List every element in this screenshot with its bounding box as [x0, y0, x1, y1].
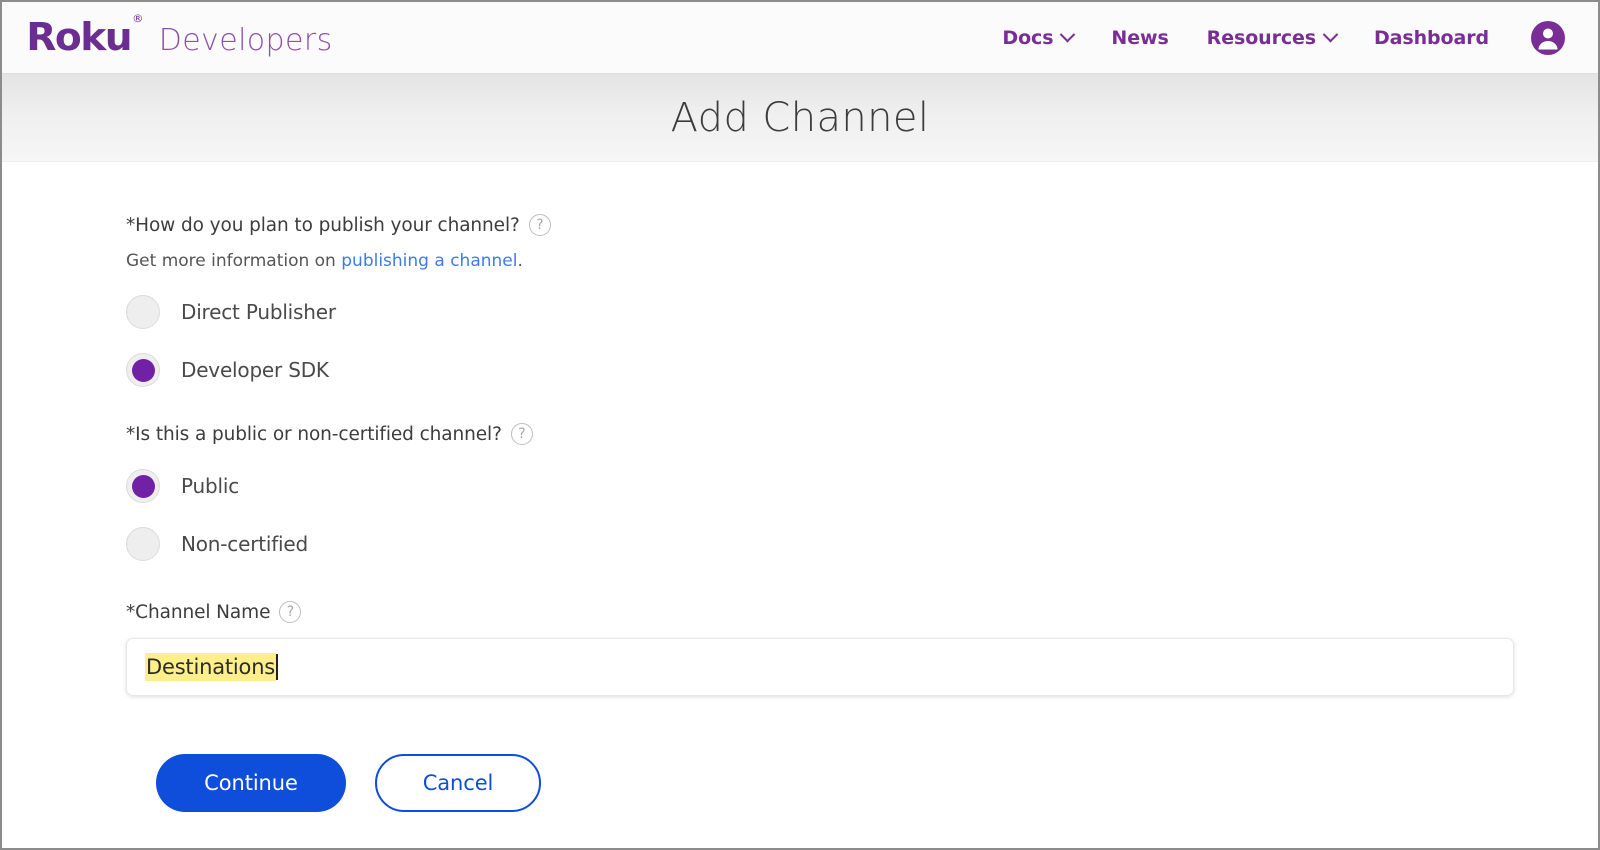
page-title-band: Add Channel — [2, 74, 1598, 162]
note-prefix: Get more information on — [126, 251, 341, 271]
main-nav: Docs News Resources Dashboard — [983, 20, 1566, 56]
publishing-a-channel-link[interactable]: publishing a channel — [341, 251, 517, 271]
radio-non-certified[interactable]: Non-certified — [126, 527, 308, 561]
radio-non-certified-label: Non-certified — [181, 532, 308, 556]
add-channel-form: *How do you plan to publish your channel… — [2, 162, 1598, 812]
nav-item-resources[interactable]: Resources — [1188, 27, 1355, 49]
radio-button-selected-icon[interactable] — [126, 353, 160, 387]
roku-logo-text: Roku — [26, 15, 131, 59]
radio-developer-sdk[interactable]: Developer SDK — [126, 353, 329, 387]
brand-developers-label: Developers — [159, 23, 333, 58]
radio-direct-publisher[interactable]: Direct Publisher — [126, 295, 336, 329]
account-circle-icon[interactable] — [1530, 20, 1566, 56]
channel-name-group: *Channel Name ? Destinations — [126, 601, 1598, 696]
publish-method-note: Get more information on publishing a cha… — [126, 251, 1598, 271]
nav-item-news-label: News — [1111, 27, 1168, 49]
text-cursor — [276, 654, 278, 680]
continue-button[interactable]: Continue — [156, 754, 346, 812]
radio-button-selected-icon[interactable] — [126, 469, 160, 503]
certification-group: *Is this a public or non-certified chann… — [126, 423, 1598, 561]
nav-item-dashboard[interactable]: Dashboard — [1355, 27, 1508, 49]
radio-developer-sdk-label: Developer SDK — [181, 358, 329, 382]
nav-item-dashboard-label: Dashboard — [1374, 27, 1489, 49]
radio-public[interactable]: Public — [126, 469, 239, 503]
roku-wordmark: Roku® — [26, 18, 142, 56]
help-icon[interactable]: ? — [279, 601, 301, 623]
help-icon[interactable]: ? — [511, 423, 533, 445]
publish-method-label-row: *How do you plan to publish your channel… — [126, 214, 1598, 236]
nav-item-docs-label: Docs — [1002, 27, 1053, 49]
radio-button-icon[interactable] — [126, 527, 160, 561]
page-title: Add Channel — [671, 95, 930, 141]
form-actions: Continue Cancel — [126, 754, 1598, 812]
channel-name-label: *Channel Name — [126, 602, 270, 623]
help-icon[interactable]: ? — [529, 214, 551, 236]
nav-item-resources-label: Resources — [1207, 27, 1316, 49]
nav-item-docs[interactable]: Docs — [983, 27, 1092, 49]
nav-item-news[interactable]: News — [1092, 27, 1187, 49]
channel-name-value: Destinations — [145, 653, 276, 681]
brand-logo[interactable]: Roku® Developers — [28, 18, 333, 58]
chevron-down-icon — [1323, 27, 1339, 43]
chevron-down-icon — [1060, 27, 1076, 43]
publish-method-group: *How do you plan to publish your channel… — [126, 214, 1598, 387]
note-suffix: . — [517, 251, 522, 271]
certification-label: *Is this a public or non-certified chann… — [126, 424, 502, 445]
radio-direct-publisher-label: Direct Publisher — [181, 300, 336, 324]
registered-trademark-icon: ® — [132, 12, 143, 25]
cancel-button[interactable]: Cancel — [375, 754, 541, 812]
certification-label-row: *Is this a public or non-certified chann… — [126, 423, 1598, 445]
top-navigation-bar: Roku® Developers Docs News Resources Das… — [2, 2, 1598, 74]
channel-name-label-row: *Channel Name ? — [126, 601, 1598, 623]
radio-public-label: Public — [181, 474, 239, 498]
publish-method-label: *How do you plan to publish your channel… — [126, 215, 520, 236]
app-window: Roku® Developers Docs News Resources Das… — [0, 0, 1600, 850]
radio-button-icon[interactable] — [126, 295, 160, 329]
channel-name-input[interactable]: Destinations — [126, 638, 1514, 696]
